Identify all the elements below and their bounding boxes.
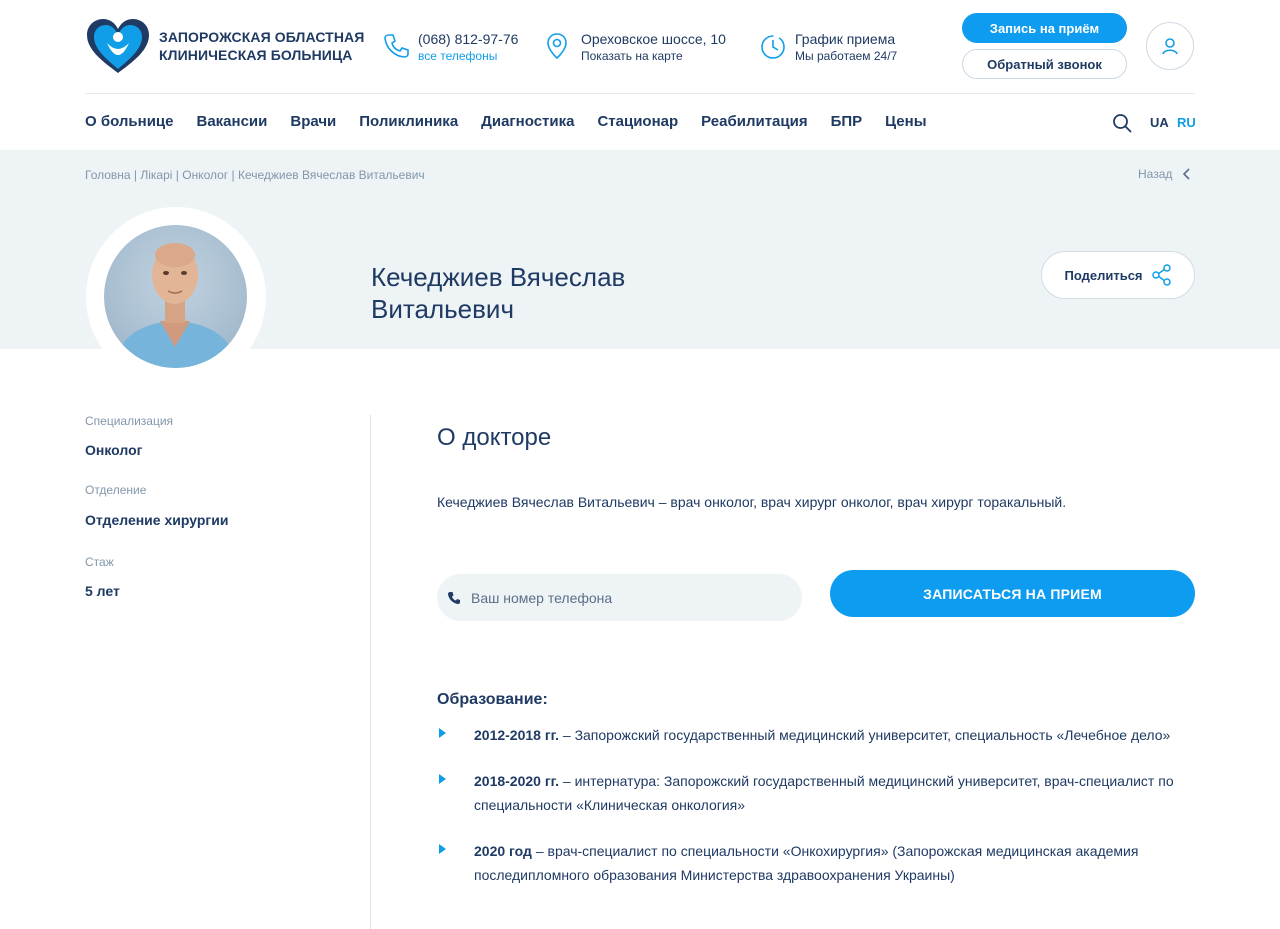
nav-item-diagnostics[interactable]: Диагностика xyxy=(481,113,574,131)
show-on-map-link[interactable]: Показать на карте xyxy=(581,48,726,64)
specialization-value: Онколог xyxy=(85,442,143,458)
education-list: 2012-2018 гг. – Запорожский государствен… xyxy=(437,723,1197,909)
education-text: – врач-специалист по специальности «Онко… xyxy=(474,843,1139,883)
share-icon xyxy=(1151,264,1171,286)
triangle-bullet-icon xyxy=(439,844,446,854)
schedule-block: График приема Мы работаем 24/7 xyxy=(760,30,897,64)
map-pin-icon xyxy=(547,33,567,60)
about-title: О докторе xyxy=(437,424,552,451)
nav-item-vacancies[interactable]: Вакансии xyxy=(196,113,267,131)
triangle-bullet-icon xyxy=(439,774,446,784)
schedule-hours: Мы работаем 24/7 xyxy=(795,49,898,63)
nav-item-rehabilitation[interactable]: Реабилитация xyxy=(701,113,807,131)
nav-item-bpr[interactable]: БПР xyxy=(831,113,863,131)
record-appointment-button[interactable]: Запись на приём xyxy=(962,13,1127,43)
list-item: 2012-2018 гг. – Запорожский государствен… xyxy=(437,723,1197,747)
all-phones-link[interactable]: все телефоны xyxy=(418,48,518,64)
education-text: – Запорожский государственный медицински… xyxy=(559,727,1171,743)
user-account-button[interactable] xyxy=(1146,22,1194,70)
share-label: Поделиться xyxy=(1064,267,1143,283)
experience-value: 5 лет xyxy=(85,583,120,599)
doctor-name-line-2: Витальевич xyxy=(371,294,514,324)
nav-item-doctors[interactable]: Врачи xyxy=(290,113,336,131)
doctor-details: Специализация Онколог Отделение Отделени… xyxy=(85,413,355,600)
doctor-portrait-image xyxy=(114,243,237,368)
doctor-name-line-1: Кечеджиев Вячеслав xyxy=(371,262,626,292)
logo-line-1: ЗАПОРОЖСКАЯ ОБЛАСТНАЯ xyxy=(159,29,365,45)
search-icon[interactable] xyxy=(1112,113,1132,133)
department-value: Отделение хирургии xyxy=(85,512,229,528)
education-years: 2012-2018 гг. xyxy=(474,727,559,743)
phone-block: (068) 812-97-76 все телефоны xyxy=(383,30,518,64)
lang-ua-link[interactable]: UA xyxy=(1150,115,1169,130)
doctor-photo xyxy=(104,225,247,368)
phone-number[interactable]: (068) 812-97-76 xyxy=(418,30,518,48)
logo-line-2: КЛИНИЧЕСКАЯ БОЛЬНИЦА xyxy=(159,47,353,63)
share-button[interactable]: Поделиться xyxy=(1041,251,1195,299)
list-item: 2020 год – врач-специалист по специально… xyxy=(437,839,1197,887)
education-years: 2018-2020 гг. xyxy=(474,773,559,789)
about-text: Кечеджиев Вячеслав Витальевич – врач онк… xyxy=(437,494,1067,510)
department-label: Отделение xyxy=(85,483,147,497)
education-title: Образование: xyxy=(437,691,548,708)
phone-field[interactable] xyxy=(437,574,802,621)
address-text: Ореховское шоссе, 10 xyxy=(581,31,726,47)
doctor-name: Кечеджиев Вячеслав Витальевич xyxy=(371,261,671,325)
list-item: 2018-2020 гг. – интернатура: Запорожский… xyxy=(437,769,1197,817)
site-header: ЗАПОРОЖСКАЯ ОБЛАСТНАЯ КЛИНИЧЕСКАЯ БОЛЬНИ… xyxy=(0,0,1280,150)
phone-small-icon xyxy=(448,591,460,604)
back-label: Назад xyxy=(1138,167,1173,181)
nav-item-prices[interactable]: Цены xyxy=(885,113,926,131)
nav-item-about[interactable]: О больнице xyxy=(85,113,173,131)
lang-ru-link[interactable]: RU xyxy=(1177,115,1196,130)
clock-icon xyxy=(761,35,785,59)
phone-icon xyxy=(384,34,409,58)
back-link[interactable]: Назад xyxy=(1138,167,1192,181)
nav-item-polyclinic[interactable]: Поликлиника xyxy=(359,113,458,131)
nav-item-hospital[interactable]: Стационар xyxy=(597,113,678,131)
triangle-bullet-icon xyxy=(439,728,446,738)
content-divider xyxy=(370,415,371,929)
education-years: 2020 год xyxy=(474,843,532,859)
specialization-label: Специализация xyxy=(85,414,174,428)
chevron-left-icon xyxy=(1183,168,1190,180)
address-block: Ореховское шоссе, 10 Показать на карте xyxy=(546,30,726,64)
experience-label: Стаж xyxy=(85,555,114,569)
education-text: – интернатура: Запорожский государственн… xyxy=(474,773,1174,813)
phone-input[interactable] xyxy=(471,589,771,606)
header-divider xyxy=(85,93,1195,94)
user-icon xyxy=(1162,38,1178,55)
signup-appointment-button[interactable]: ЗАПИСАТЬСЯ НА ПРИЕМ xyxy=(830,570,1195,617)
breadcrumb[interactable]: Головна | Лікарі | Онколог | Кечеджиев В… xyxy=(85,168,425,182)
main-nav: О больнице Вакансии Врачи Поликлиника Ди… xyxy=(85,113,950,131)
hospital-logo[interactable]: ЗАПОРОЖСКАЯ ОБЛАСТНАЯ КЛИНИЧЕСКАЯ БОЛЬНИ… xyxy=(85,17,364,75)
logo-heart-icon xyxy=(87,19,149,73)
callback-button[interactable]: Обратный звонок xyxy=(962,49,1127,79)
schedule-title: График приема xyxy=(795,31,896,47)
